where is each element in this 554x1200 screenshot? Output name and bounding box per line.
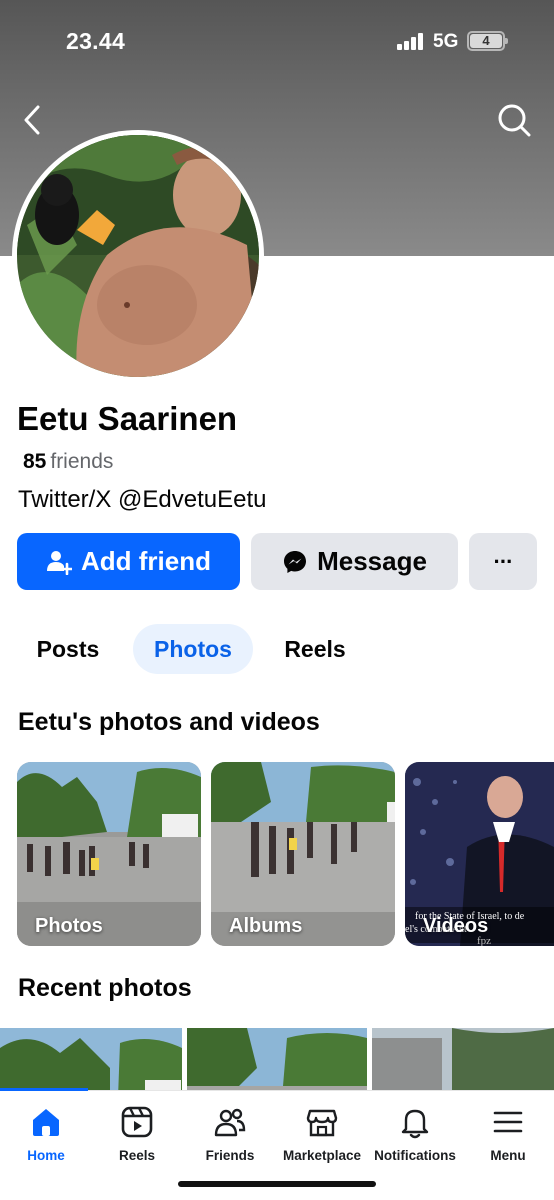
profile-name: Eetu Saarinen xyxy=(17,400,238,437)
profile-photo-image xyxy=(17,135,259,377)
videos-card-label: Videos xyxy=(423,915,489,937)
home-icon xyxy=(33,1109,59,1136)
videos-card[interactable]: for the State of Israel, to de el's comb… xyxy=(405,762,554,946)
tab-posts[interactable]: Posts xyxy=(18,624,118,674)
more-icon: ··· xyxy=(493,548,514,574)
friends-label: friends xyxy=(50,450,114,473)
search-icon xyxy=(498,104,531,137)
nav-marketplace-label: Marketplace xyxy=(282,1148,362,1163)
message-label: Message xyxy=(317,546,427,576)
profile-picture[interactable] xyxy=(12,130,264,382)
network-type: 5G xyxy=(433,31,459,52)
nav-home-label: Home xyxy=(27,1148,65,1163)
recent-photo-3[interactable] xyxy=(372,1028,554,1098)
bell-icon xyxy=(401,1109,429,1139)
recent-photos-title: Recent photos xyxy=(18,974,192,1002)
nav-notifications-label: Notifications xyxy=(374,1148,456,1163)
nav-menu-label: Menu xyxy=(490,1148,526,1163)
profile-bio: Twitter/X @EdvetuEetu xyxy=(18,486,267,513)
nav-menu[interactable]: Menu xyxy=(462,1091,554,1171)
add-friend-button[interactable]: Add friend xyxy=(17,533,240,590)
recent-photo-2[interactable] xyxy=(187,1028,367,1098)
battery-level: 4 xyxy=(470,34,502,48)
signal-icon xyxy=(397,33,425,50)
home-indicator xyxy=(178,1181,376,1187)
nav-notifications[interactable]: Notifications xyxy=(369,1091,461,1171)
tab-reels[interactable]: Reels xyxy=(265,624,365,674)
more-options-button[interactable]: ··· xyxy=(469,533,537,590)
search-button[interactable] xyxy=(494,100,534,140)
message-button[interactable]: Message xyxy=(251,533,458,590)
chevron-left-icon xyxy=(24,105,40,135)
albums-card[interactable]: Albums xyxy=(211,762,395,946)
nav-home[interactable]: Home xyxy=(0,1091,92,1171)
nav-friends-label: Friends xyxy=(205,1148,255,1163)
friends-count[interactable]: 85 friends xyxy=(23,450,113,474)
nav-reels-label: Reels xyxy=(118,1148,156,1163)
nav-friends[interactable]: Friends xyxy=(184,1091,276,1171)
albums-card-label: Albums xyxy=(229,915,303,937)
messenger-icon xyxy=(284,550,307,573)
reels-icon xyxy=(121,1106,153,1138)
status-bar: 23.44 5G 4 xyxy=(0,0,554,84)
back-button[interactable] xyxy=(18,102,50,138)
nav-reels[interactable]: Reels xyxy=(91,1091,183,1171)
add-friend-label: Add friend xyxy=(81,546,211,576)
photos-section-title: Eetu's photos and videos xyxy=(18,708,320,736)
add-friend-icon xyxy=(47,550,72,575)
marketplace-icon xyxy=(306,1109,338,1137)
battery-icon: 4 xyxy=(467,31,508,51)
recent-photo-3-image xyxy=(372,1028,554,1098)
nav-marketplace[interactable]: Marketplace xyxy=(276,1091,368,1171)
profile-tabs: Posts Photos Reels xyxy=(0,624,554,674)
photos-card-label: Photos xyxy=(35,915,103,937)
menu-icon xyxy=(493,1111,523,1133)
recent-photo-2-image xyxy=(187,1028,367,1098)
status-time: 23.44 xyxy=(66,28,126,54)
tab-photos[interactable]: Photos xyxy=(133,624,253,674)
friends-number: 85 xyxy=(23,450,47,473)
photos-card[interactable]: Photos xyxy=(17,762,201,946)
friends-icon xyxy=(214,1108,246,1137)
